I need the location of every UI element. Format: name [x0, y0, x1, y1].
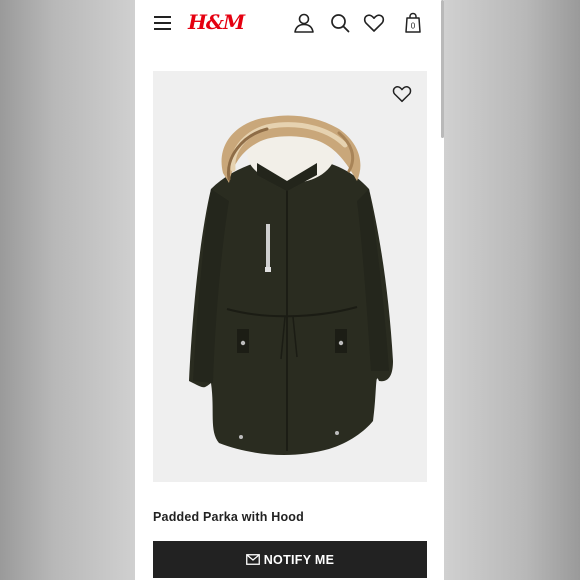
product-image[interactable]: [153, 71, 427, 482]
background-right: [444, 0, 580, 580]
mobile-screen: H&M 0 Padded Parka with Hood NOTIFY ME: [135, 0, 444, 580]
search-icon[interactable]: [328, 11, 352, 35]
scrollbar[interactable]: [441, 0, 444, 138]
wishlist-icon[interactable]: [362, 11, 386, 35]
site-header: H&M 0: [135, 0, 444, 46]
bag-count: 0: [411, 22, 416, 31]
menu-icon[interactable]: [154, 16, 171, 30]
account-icon[interactable]: [292, 11, 316, 35]
mail-icon: [245, 554, 260, 565]
parka-illustration: [189, 115, 393, 455]
notify-me-button[interactable]: NOTIFY ME: [153, 541, 427, 578]
product-title: Padded Parka with Hood: [153, 510, 304, 524]
notify-me-label: NOTIFY ME: [263, 552, 335, 567]
background-left: [0, 0, 135, 580]
add-to-wishlist-icon[interactable]: [391, 83, 413, 105]
bag-icon[interactable]: 0: [401, 11, 425, 35]
brand-logo[interactable]: H&M: [188, 10, 245, 34]
